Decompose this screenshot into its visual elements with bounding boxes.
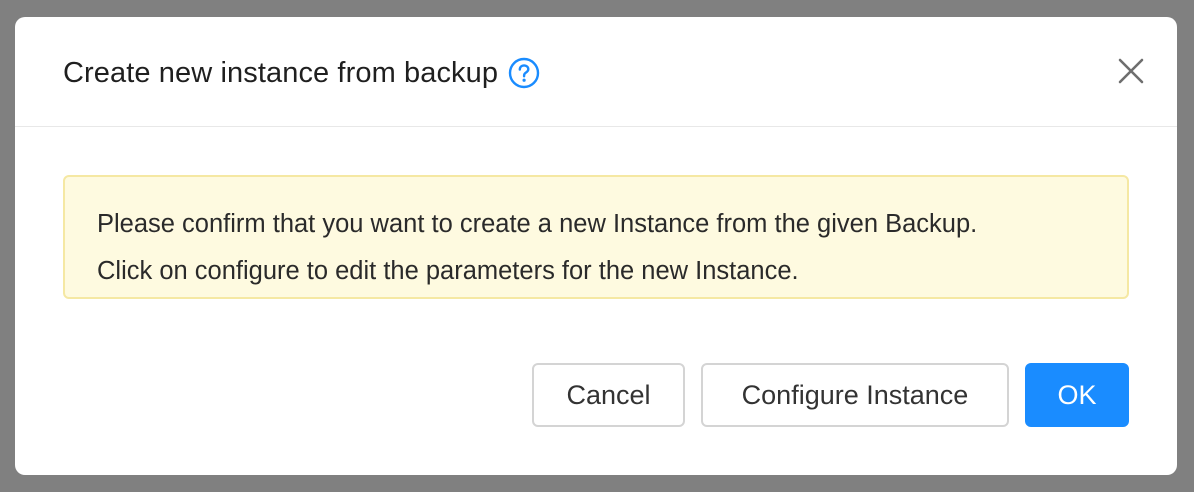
close-icon <box>1117 57 1145 90</box>
configure-instance-button[interactable]: Configure Instance <box>701 363 1009 427</box>
cancel-button[interactable]: Cancel <box>532 363 685 427</box>
warning-alert: Please confirm that you want to create a… <box>63 175 1129 299</box>
dialog-footer: Cancel Configure Instance OK <box>532 363 1129 427</box>
alert-line-1: Please confirm that you want to create a… <box>97 210 978 238</box>
create-instance-dialog: Create new instance from backup Please c… <box>15 17 1177 475</box>
dialog-title-text: Create new instance from backup <box>63 56 499 89</box>
alert-line-2: Click on configure to edit the parameter… <box>97 257 799 285</box>
close-button[interactable] <box>1115 57 1147 89</box>
dialog-header: Create new instance from backup <box>15 17 1177 127</box>
question-circle-icon[interactable] <box>508 57 540 89</box>
dialog-title: Create new instance from backup <box>63 53 540 93</box>
ok-button[interactable]: OK <box>1025 363 1129 427</box>
